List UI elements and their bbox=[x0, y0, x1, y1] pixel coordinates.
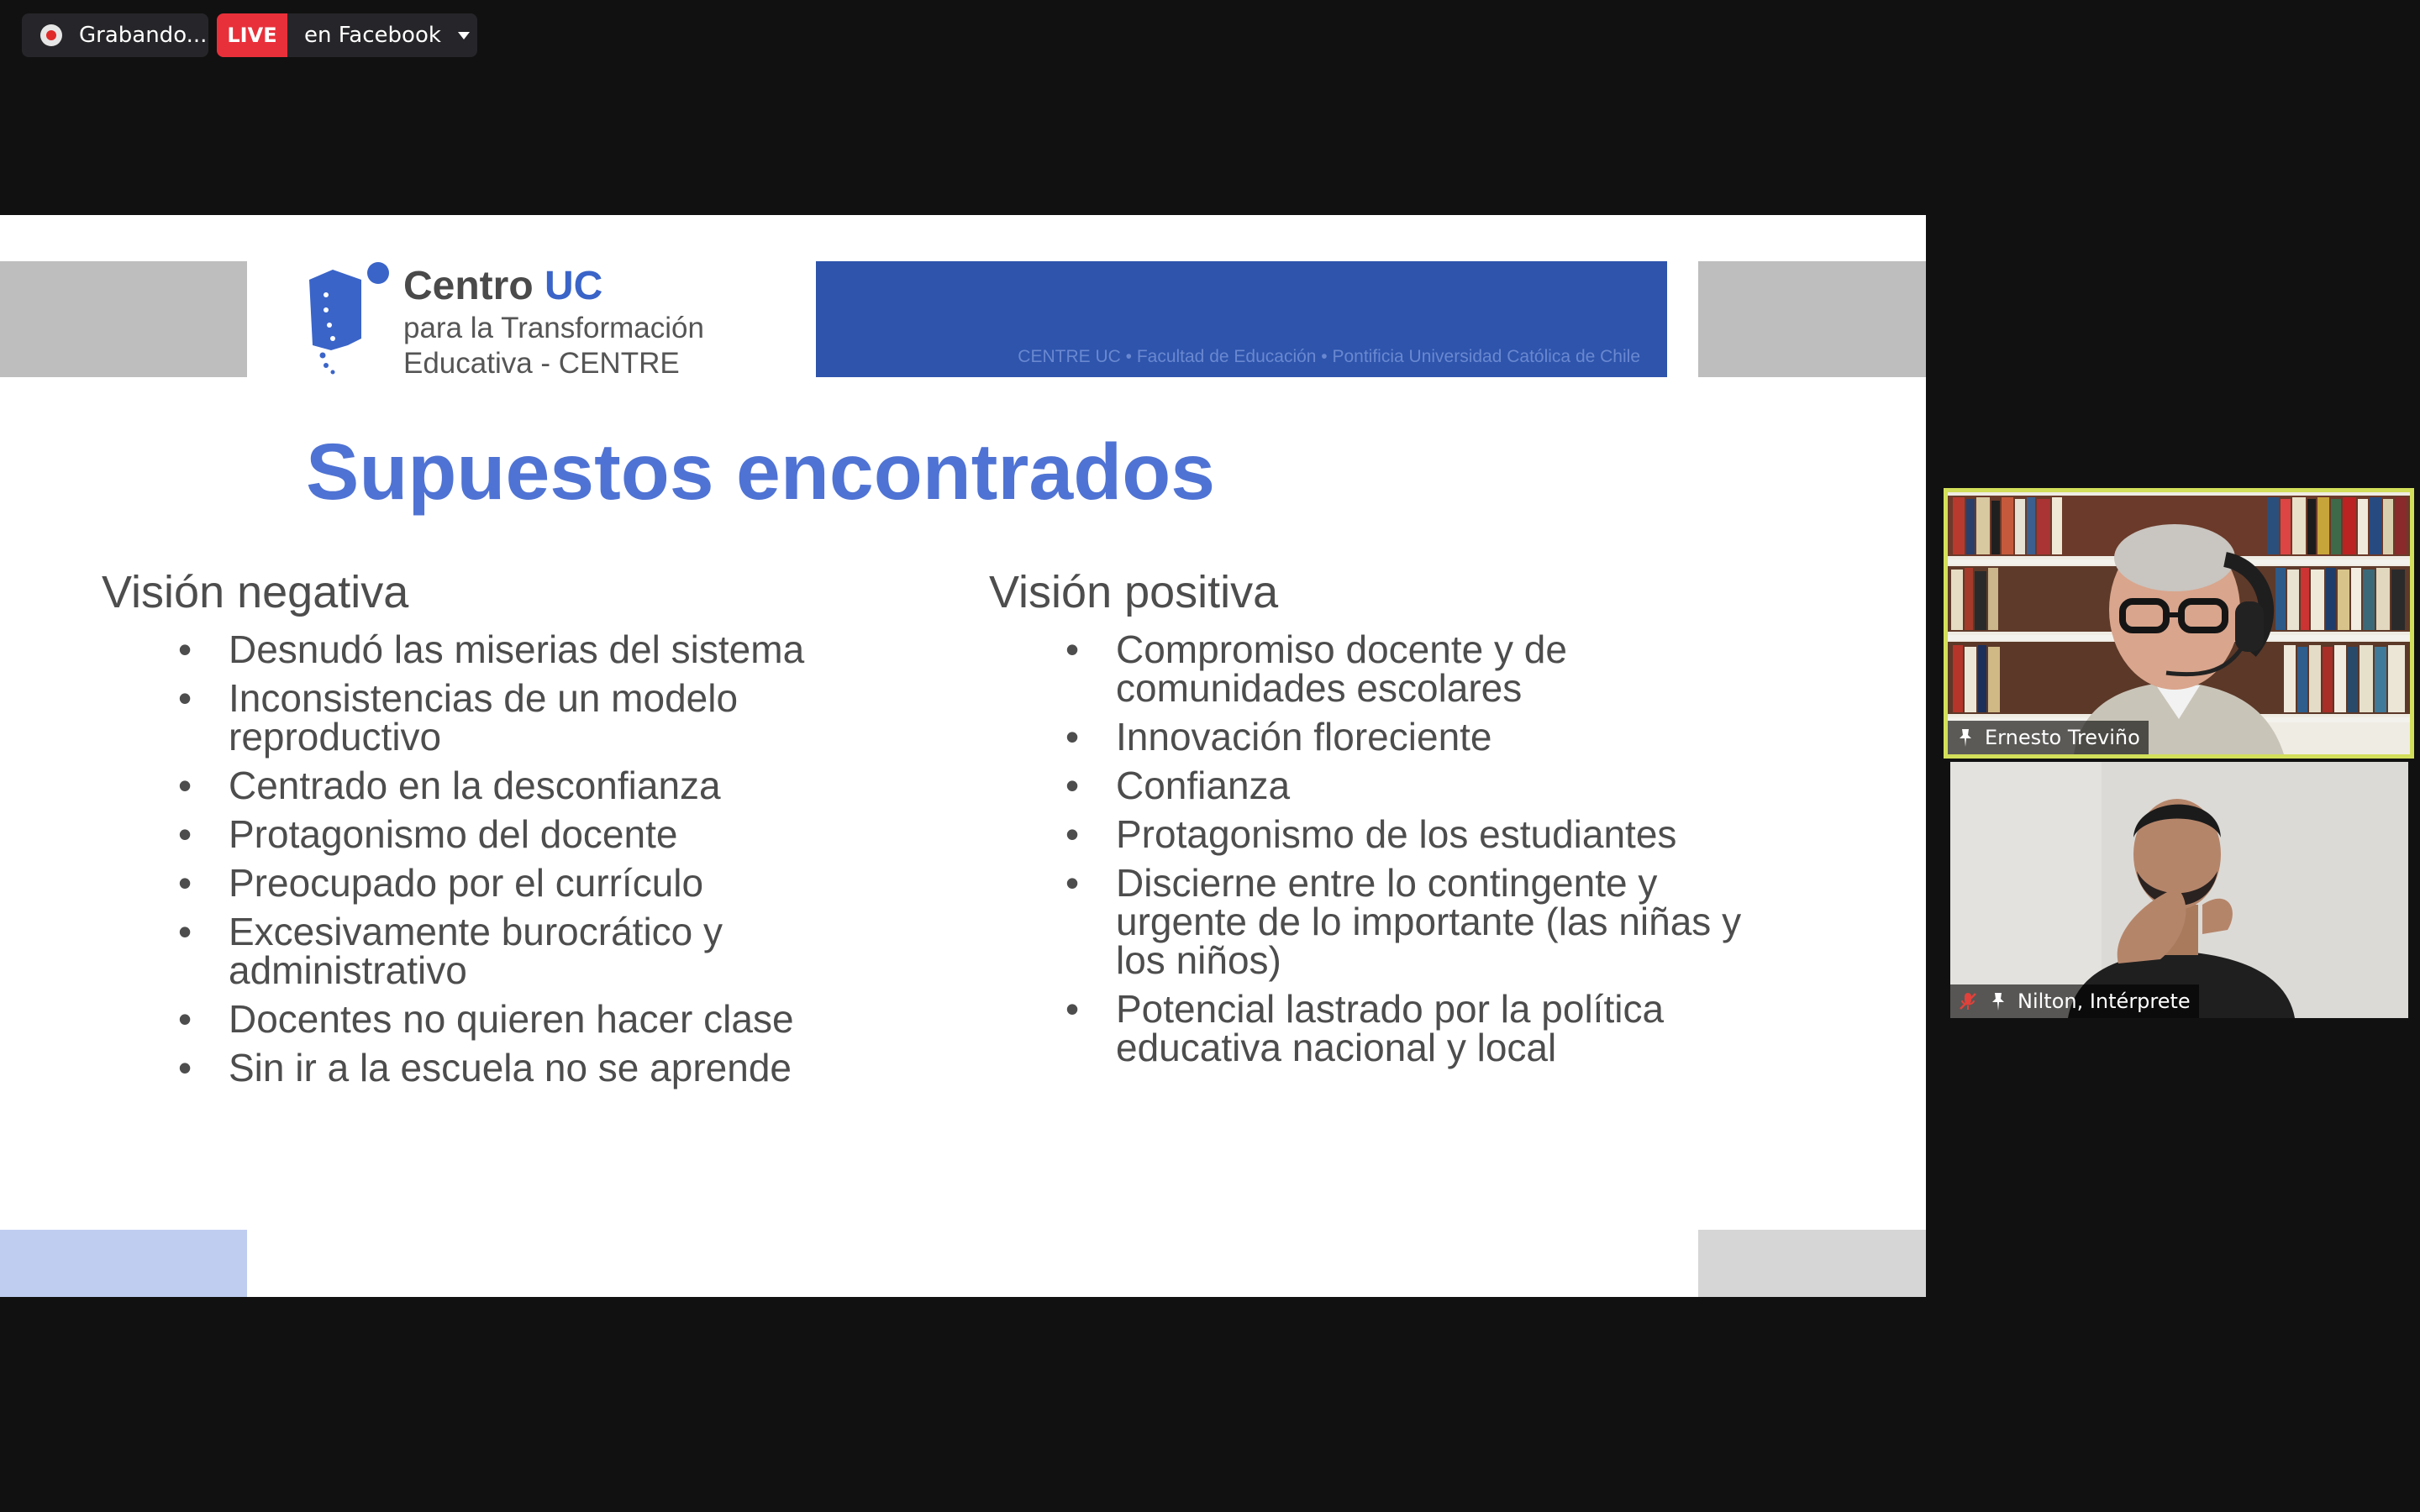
list-item: • Confianza bbox=[990, 766, 1797, 805]
bullet: • bbox=[1065, 627, 1080, 671]
list-item-text: Protagonismo del docente bbox=[229, 812, 678, 856]
bullet: • bbox=[1065, 861, 1080, 905]
slide-band-right bbox=[1698, 261, 1926, 377]
shared-slide: Centro UC para la Transformación Educati… bbox=[0, 215, 1926, 1297]
list-item: • Sin ir a la escuela no se aprende bbox=[103, 1048, 909, 1087]
participant-name: Ernesto Treviño bbox=[1985, 726, 2140, 749]
video-tile-ernesto[interactable]: Ernesto Treviño bbox=[1948, 492, 2410, 754]
recording-indicator[interactable]: Grabando... bbox=[22, 13, 208, 57]
recording-label: Grabando... bbox=[79, 23, 208, 48]
bullet: • bbox=[178, 627, 192, 671]
slide-title: Supuestos encontrados bbox=[306, 428, 1216, 517]
list-item-text: Centrado en la desconfianza bbox=[229, 764, 721, 807]
participant-name: Nilton, Intérprete bbox=[2018, 990, 2191, 1013]
list-item: • Discierne entre lo contingente y urgent… bbox=[990, 864, 1797, 979]
bullet: • bbox=[1065, 715, 1080, 759]
bullet: • bbox=[178, 764, 192, 807]
logo-title-uc: UC bbox=[544, 264, 603, 308]
bullet: • bbox=[1065, 812, 1080, 856]
live-stream-dropdown[interactable]: LIVE en Facebook bbox=[217, 13, 477, 57]
list-item: • Compromiso docente y de comunidades esc… bbox=[990, 630, 1797, 707]
list-item: • Protagonismo de los estudiantes bbox=[990, 815, 1797, 853]
right-column-heading: Visión positiva bbox=[989, 567, 1279, 617]
mic-muted-icon bbox=[1960, 993, 1976, 1010]
list-item-text: Desnudó las miserias del sistema bbox=[229, 627, 805, 671]
list-item: • Desnudó las miserias del sistema bbox=[103, 630, 909, 669]
list-item-text: Sin ir a la escuela no se aprende bbox=[229, 1046, 792, 1089]
list-item-text: Potencial lastrado por la política educa… bbox=[1116, 987, 1665, 1069]
list-item: • Centrado en la desconfianza bbox=[103, 766, 909, 805]
logo-title-centro: Centro bbox=[403, 264, 544, 308]
list-item-text: Discierne entre lo contingente y urgente… bbox=[1116, 861, 1742, 982]
slide-footer-band-left bbox=[0, 1230, 247, 1297]
participant-name-tag: Nilton, Intérprete bbox=[1950, 984, 2199, 1018]
live-stream-label: en Facebook bbox=[304, 23, 441, 48]
participant-video-icon bbox=[1948, 492, 2410, 754]
list-item: • Excesivamente burocrático y administrat… bbox=[103, 912, 909, 990]
list-item-text: Confianza bbox=[1116, 764, 1291, 807]
record-icon bbox=[40, 24, 62, 46]
bullet: • bbox=[178, 997, 192, 1041]
caret-down-icon[interactable] bbox=[457, 31, 470, 39]
slide-footer-band-right bbox=[1698, 1230, 1926, 1297]
list-item: • Protagonismo del docente bbox=[103, 815, 909, 853]
pin-icon bbox=[1992, 993, 2004, 1011]
video-tile-nilton[interactable]: Nilton, Intérprete bbox=[1950, 762, 2408, 1018]
live-badge: LIVE bbox=[217, 13, 287, 57]
logo-line-2: Educativa - CENTRE bbox=[403, 347, 680, 380]
slide-header-subtitle: CENTRE UC • Facultad de Educación • Pont… bbox=[1018, 347, 1640, 366]
left-column-heading: Visión negativa bbox=[102, 567, 409, 617]
list-item: • Innovación floreciente bbox=[990, 717, 1797, 756]
bullet: • bbox=[178, 910, 192, 953]
centre-uc-logo: Centro UC para la Transformación Educati… bbox=[308, 261, 728, 380]
participant-video-icon bbox=[1950, 762, 2408, 1018]
slide-header-band: CENTRE UC • Facultad de Educación • Pont… bbox=[816, 261, 1667, 377]
list-item: • Potencial lastrado por la política educ… bbox=[990, 990, 1797, 1067]
bullet: • bbox=[1065, 987, 1080, 1031]
list-item-text: Excesivamente burocrático y administrati… bbox=[229, 910, 723, 992]
list-item-text: Inconsistencias de un modelo reproductiv… bbox=[229, 676, 739, 759]
list-item: • Inconsistencias de un modelo reproducti… bbox=[103, 679, 909, 756]
bullet: • bbox=[178, 1046, 192, 1089]
right-bullet-list: • Compromiso docente y de comunidades esc… bbox=[990, 630, 1797, 1077]
list-item-text: Preocupado por el currículo bbox=[229, 861, 704, 905]
bullet: • bbox=[1065, 764, 1080, 807]
list-item: • Docentes no quieren hacer clase bbox=[103, 1000, 909, 1038]
logo-line-1: para la Transformación bbox=[403, 312, 704, 344]
centre-logo-icon bbox=[309, 262, 389, 375]
bullet: • bbox=[178, 812, 192, 856]
list-item-text: Innovación floreciente bbox=[1116, 715, 1492, 759]
slide-band-left bbox=[0, 261, 247, 377]
logo-title: Centro UC bbox=[403, 263, 602, 309]
bullet: • bbox=[178, 861, 192, 905]
list-item-text: Protagonismo de los estudiantes bbox=[1116, 812, 1677, 856]
pin-icon bbox=[1960, 729, 1971, 747]
list-item: • Preocupado por el currículo bbox=[103, 864, 909, 902]
list-item-text: Docentes no quieren hacer clase bbox=[229, 997, 794, 1041]
left-bullet-list: • Desnudó las miserias del sistema • Incon… bbox=[103, 630, 909, 1097]
bullet: • bbox=[178, 676, 192, 720]
participant-name-tag: Ernesto Treviño bbox=[1948, 721, 2149, 754]
list-item-text: Compromiso docente y de comunidades esco… bbox=[1116, 627, 1567, 710]
